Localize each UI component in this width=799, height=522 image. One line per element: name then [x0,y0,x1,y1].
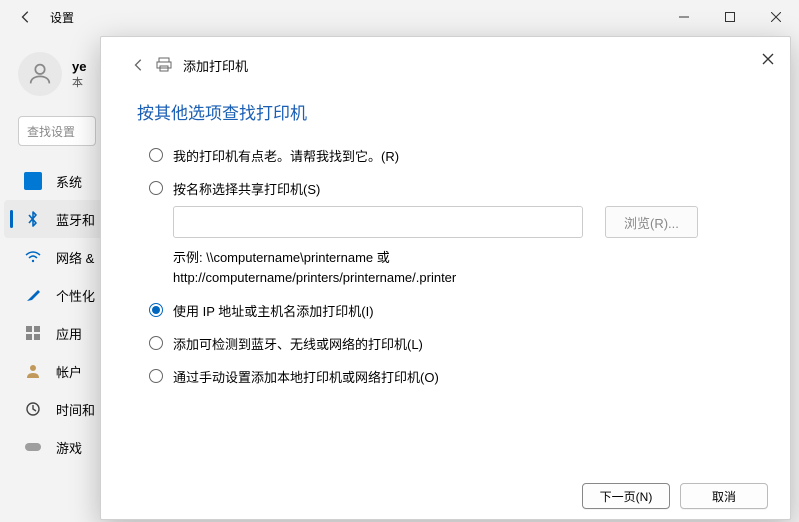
sidebar-item-label: 网络 & [56,248,94,267]
radio-icon [149,369,163,383]
share-name-group: 浏览(R)... 示例: \\computername\printername … [173,206,742,287]
sidebar-item-label: 蓝牙和 [56,210,95,229]
dialog-back-button[interactable] [129,55,149,75]
printer-icon [155,56,173,74]
close-button[interactable] [753,0,799,34]
search-input[interactable]: 查找设置 [18,116,96,146]
apps-icon [24,324,42,342]
bluetooth-icon [24,210,42,228]
option-manual[interactable]: 通过手动设置添加本地打印机或网络打印机(O) [149,367,742,386]
option-label: 我的打印机有点老。请帮我找到它。(R) [173,146,399,165]
option-label: 通过手动设置添加本地打印机或网络打印机(O) [173,367,439,386]
option-by-ip[interactable]: 使用 IP 地址或主机名添加打印机(I) [149,301,742,320]
option-label: 按名称选择共享打印机(S) [173,179,320,198]
sidebar: ye 本 查找设置 系统 蓝牙和 网络 & 个性化 [0,34,110,522]
option-wireless[interactable]: 添加可检测到蓝牙、无线或网络的打印机(L) [149,334,742,353]
person-icon [24,362,42,380]
sidebar-item-apps[interactable]: 应用 [0,314,110,352]
sidebar-item-network[interactable]: 网络 & [0,238,110,276]
account-block[interactable]: ye 本 [18,52,110,96]
next-button[interactable]: 下一页(N) [582,483,670,509]
clock-icon [24,400,42,418]
sidebar-item-label: 系统 [56,172,82,191]
sidebar-item-label: 时间和 [56,400,95,419]
dialog-subtitle: 按其他选项查找打印机 [101,85,790,146]
radio-icon [149,181,163,195]
radio-icon [149,148,163,162]
account-sub: 本 [72,74,86,90]
brush-icon [24,286,42,304]
dialog-footer: 下一页(N) 取消 [101,473,790,519]
option-by-name[interactable]: 按名称选择共享打印机(S) [149,179,742,198]
system-icon [24,172,42,190]
sidebar-item-time[interactable]: 时间和 [0,390,110,428]
back-button[interactable] [16,7,36,27]
sidebar-item-personalization[interactable]: 个性化 [0,276,110,314]
sidebar-item-accounts[interactable]: 帐户 [0,352,110,390]
avatar-icon [18,52,62,96]
cancel-button[interactable]: 取消 [680,483,768,509]
sidebar-item-gaming[interactable]: 游戏 [0,428,110,466]
dialog-title: 添加打印机 [183,56,248,75]
sidebar-item-bluetooth[interactable]: 蓝牙和 [4,200,106,238]
window-titlebar: 设置 [0,0,799,34]
dialog-header: 添加打印机 [101,37,790,85]
browse-button[interactable]: 浏览(R)... [605,206,698,238]
minimize-button[interactable] [661,0,707,34]
gaming-icon [24,438,42,456]
option-old-printer[interactable]: 我的打印机有点老。请帮我找到它。(R) [149,146,742,165]
wifi-icon [24,248,42,266]
maximize-button[interactable] [707,0,753,34]
radio-icon [149,336,163,350]
add-printer-dialog: 添加打印机 按其他选项查找打印机 我的打印机有点老。请帮我找到它。(R) 按名称… [100,36,791,520]
option-label: 添加可检测到蓝牙、无线或网络的打印机(L) [173,334,423,353]
radio-icon [149,303,163,317]
sidebar-item-label: 游戏 [56,438,82,457]
sidebar-item-system[interactable]: 系统 [0,162,110,200]
sidebar-item-label: 应用 [56,324,82,343]
account-name: ye [72,59,86,74]
sidebar-item-label: 帐户 [56,362,82,381]
dialog-body: 我的打印机有点老。请帮我找到它。(R) 按名称选择共享打印机(S) 浏览(R).… [101,146,790,473]
share-name-input[interactable] [173,206,583,238]
window-title: 设置 [50,9,74,26]
dialog-close-button[interactable] [756,47,780,71]
example-text: 示例: \\computername\printername 或 http://… [173,248,742,287]
option-label: 使用 IP 地址或主机名添加打印机(I) [173,301,374,320]
sidebar-item-label: 个性化 [56,286,95,305]
